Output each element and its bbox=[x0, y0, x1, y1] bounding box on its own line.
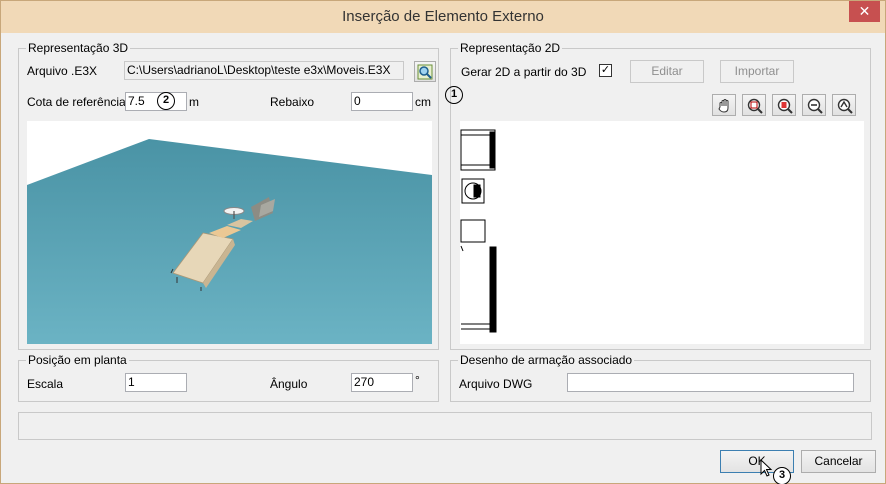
zoom-out-icon bbox=[807, 98, 823, 114]
arquivo-dwg-field[interactable] bbox=[567, 373, 854, 392]
annotation-three: 3 bbox=[773, 467, 791, 484]
rep3d-legend: Representação 3D bbox=[26, 41, 131, 55]
preview-2d[interactable] bbox=[460, 121, 864, 344]
cota-unit: m bbox=[189, 95, 199, 109]
rebaixo-label: Rebaixo bbox=[270, 95, 315, 109]
zoom-realtime-button[interactable] bbox=[832, 94, 856, 116]
zoom-extents-icon bbox=[777, 98, 793, 114]
annotation-two: 2 bbox=[157, 92, 175, 110]
plan-drawing bbox=[460, 129, 497, 333]
dialog-window: Inserção de Elemento Externo ✕ Represent… bbox=[0, 0, 886, 484]
arquivo-dwg-label: Arquivo DWG bbox=[459, 377, 533, 391]
status-bar bbox=[18, 412, 872, 440]
escala-label: Escala bbox=[27, 377, 64, 391]
angulo-label: Ângulo bbox=[270, 377, 308, 391]
rebaixo-unit: cm bbox=[415, 95, 431, 109]
zoom-realtime-icon bbox=[837, 98, 853, 114]
posicao-legend: Posição em planta bbox=[26, 353, 129, 367]
gerar-2d-label: Gerar 2D a partir do 3D bbox=[461, 65, 587, 79]
rebaixo-input[interactable]: 0 bbox=[351, 92, 413, 111]
mouse-cursor-icon bbox=[760, 459, 773, 477]
browse-file-button[interactable] bbox=[414, 61, 436, 82]
escala-input[interactable]: 1 bbox=[125, 373, 187, 392]
arquivo-e3x-field[interactable]: C:\Users\adrianoL\Desktop\teste e3x\Move… bbox=[124, 61, 404, 80]
armacao-legend: Desenho de armação associado bbox=[458, 353, 635, 367]
preview-2d-canvas bbox=[460, 129, 497, 333]
zoom-window-button[interactable] bbox=[742, 94, 766, 116]
rep2d-legend: Representação 2D bbox=[458, 41, 563, 55]
angulo-unit: ° bbox=[415, 373, 420, 387]
importar-button[interactable]: Importar bbox=[720, 60, 794, 83]
preview-3d[interactable] bbox=[27, 121, 432, 344]
hand-icon bbox=[718, 99, 729, 113]
zoom-extents-button[interactable] bbox=[772, 94, 796, 116]
preview-3d-canvas bbox=[27, 139, 432, 344]
cota-referencia-input[interactable]: 7.5 bbox=[125, 92, 187, 111]
pan-tool-button[interactable] bbox=[712, 94, 736, 116]
window-title: Inserção de Elemento Externo bbox=[342, 8, 544, 25]
browse-file-icon bbox=[417, 64, 433, 80]
zoom-out-button[interactable] bbox=[802, 94, 826, 116]
zoom-window-icon bbox=[747, 98, 763, 114]
arquivo-e3x-label: Arquivo .E3X bbox=[27, 64, 98, 78]
cancel-button[interactable]: Cancelar bbox=[801, 450, 876, 473]
annotation-one: 1 bbox=[445, 86, 463, 104]
editar-button[interactable]: Editar bbox=[630, 60, 704, 83]
cota-referencia-label: Cota de referência bbox=[27, 95, 126, 109]
angulo-input[interactable]: 270 bbox=[351, 373, 413, 392]
close-button[interactable]: ✕ bbox=[849, 1, 880, 22]
title-bar[interactable]: Inserção de Elemento Externo ✕ bbox=[1, 1, 885, 33]
gerar-2d-checkbox[interactable]: ✓ bbox=[599, 64, 612, 77]
